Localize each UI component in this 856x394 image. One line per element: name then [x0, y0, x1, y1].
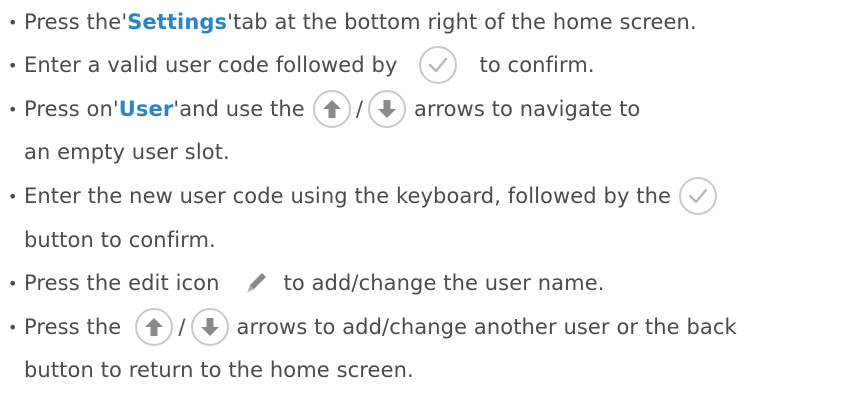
step-add-another: • Press the / arrows to add/change anoth…	[0, 308, 737, 346]
step-enter-code: • Enter a valid user code followed by to…	[0, 46, 595, 84]
step-navigate-users-cont: an empty user slot.	[0, 134, 230, 170]
step-text: arrows to add/change another user or the…	[236, 315, 737, 339]
instruction-list: • Press the ' Settings ' tab at the bottom…	[0, 0, 856, 394]
arrow-down-icon	[368, 90, 406, 128]
step-text: an empty user slot.	[24, 140, 230, 164]
step-text: button to confirm.	[24, 228, 216, 252]
step-text: Press the	[24, 315, 122, 339]
step-navigate-users: • Press on ' User ' and use the / arrows t…	[0, 90, 641, 128]
step-text: tab at the bottom right of the home scre…	[233, 10, 697, 34]
bullet: •	[8, 273, 18, 293]
step-open-settings: • Press the ' Settings ' tab at the bottom…	[8, 10, 697, 34]
check-icon	[419, 46, 458, 84]
bullet: •	[8, 12, 18, 32]
slash: /	[355, 97, 363, 121]
settings-tab-label: Settings	[127, 10, 228, 34]
bullet: •	[8, 99, 18, 119]
slash: /	[178, 315, 186, 339]
bullet: •	[8, 317, 18, 337]
step-text: to add/change the user name.	[283, 271, 605, 295]
arrow-up-icon	[135, 308, 174, 346]
step-text: Press the edit icon	[24, 271, 220, 295]
check-icon	[679, 177, 718, 215]
arrow-up-icon	[312, 90, 351, 128]
bullet: •	[8, 55, 18, 75]
step-text: Press the	[24, 10, 122, 34]
step-text: Enter the new user code using the keyboa…	[24, 184, 672, 208]
pencil-icon	[242, 269, 270, 297]
step-text: Press on	[24, 97, 113, 121]
arrow-down-icon	[190, 308, 229, 346]
step-text: arrows to navigate to	[414, 97, 641, 121]
step-text: Enter a valid user code followed by	[24, 53, 398, 77]
step-enter-new-code: • Enter the new user code using the keyb…	[0, 177, 718, 215]
step-enter-new-code-cont: button to confirm.	[0, 222, 216, 258]
step-text: to confirm.	[479, 53, 595, 77]
step-text: button to return to the home screen.	[24, 358, 414, 382]
bullet: •	[8, 186, 18, 206]
step-text: and use the	[179, 97, 305, 121]
user-label: User	[118, 97, 174, 121]
step-add-another-cont: button to return to the home screen.	[0, 352, 414, 388]
step-edit-name: • Press the edit icon to add/change the …	[0, 265, 604, 301]
